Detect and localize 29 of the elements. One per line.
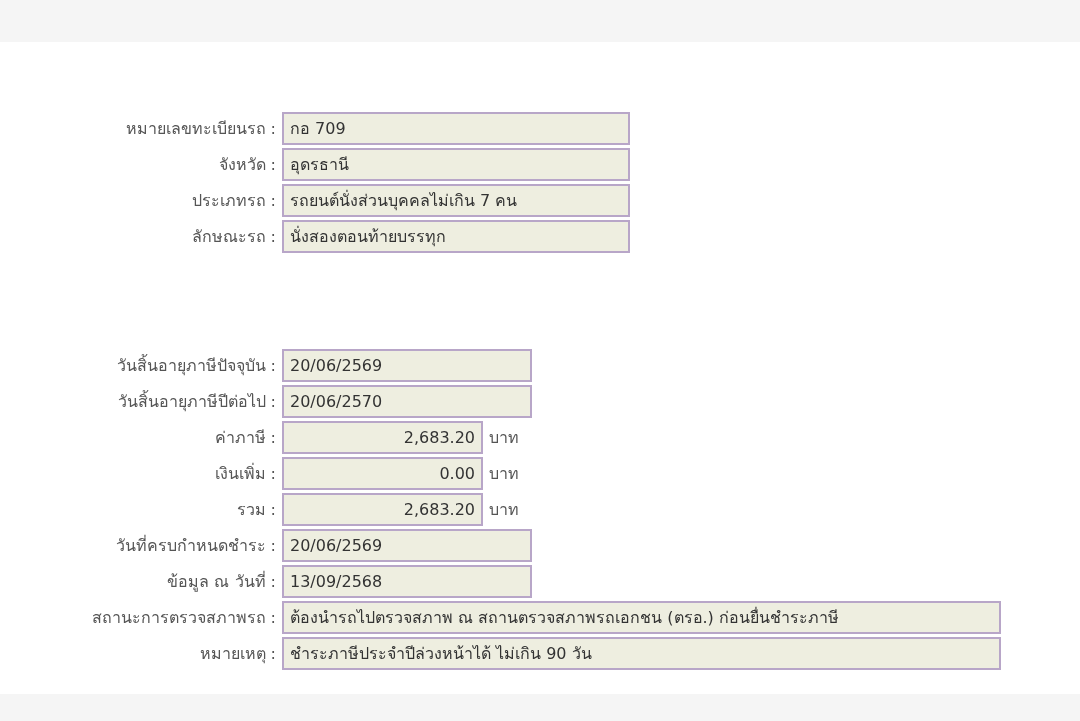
field-label: ข้อมูล ณ วันที่ :: [166, 570, 277, 594]
readonly-field[interactable]: รถยนต์นั่งส่วนบุคคลไม่เกิน 7 คน: [282, 184, 630, 217]
readonly-field[interactable]: 20/06/2569: [282, 349, 532, 382]
readonly-field[interactable]: 13/09/2568: [282, 565, 532, 598]
readonly-field[interactable]: อุดรธานี: [282, 148, 630, 181]
readonly-field[interactable]: ชำระภาษีประจำปีล่วงหน้าได้ ไม่เกิน 90 วัน: [282, 637, 1001, 670]
field-label: จังหวัด :: [217, 153, 277, 176]
field-label: สถานะการตรวจสภาพรถ :: [90, 606, 277, 629]
field-label: ค่าภาษี :: [213, 426, 277, 449]
unit-label: บาท: [489, 462, 519, 485]
field-label: หมายเหตุ :: [198, 642, 277, 666]
field-label: วันสิ้นอายุภาษีปีต่อไป :: [116, 389, 277, 414]
unit-label: บาท: [489, 426, 519, 449]
field-label: วันสิ้นอายุภาษีปัจจุบัน :: [115, 353, 277, 378]
field-label: เงินเพิ่ม :: [213, 462, 277, 485]
field-label: หมายเลขทะเบียนรถ :: [124, 117, 277, 140]
readonly-field[interactable]: 20/06/2570: [282, 385, 532, 418]
readonly-field[interactable]: ต้องนำรถไปตรวจสภาพ ณ สถานตรวจสภาพรถเอกชน (ตรอ.) ก่อนยื่นชำระภาษี: [282, 601, 1001, 634]
unit-label: บาท: [489, 498, 519, 521]
readonly-field[interactable]: กอ 709: [282, 112, 630, 145]
field-label: รวม :: [235, 498, 277, 521]
readonly-field[interactable]: 20/06/2569: [282, 529, 532, 562]
readonly-field[interactable]: นั่งสองตอนท้ายบรรทุก: [282, 220, 630, 253]
readonly-field[interactable]: 0.00: [282, 457, 483, 490]
readonly-field[interactable]: 2,683.20: [282, 421, 483, 454]
readonly-field[interactable]: 2,683.20: [282, 493, 483, 526]
field-label: ประเภทรถ :: [190, 189, 277, 212]
field-label: ลักษณะรถ :: [190, 225, 277, 248]
field-label: วันที่ครบกำหนดชำระ :: [114, 534, 277, 557]
